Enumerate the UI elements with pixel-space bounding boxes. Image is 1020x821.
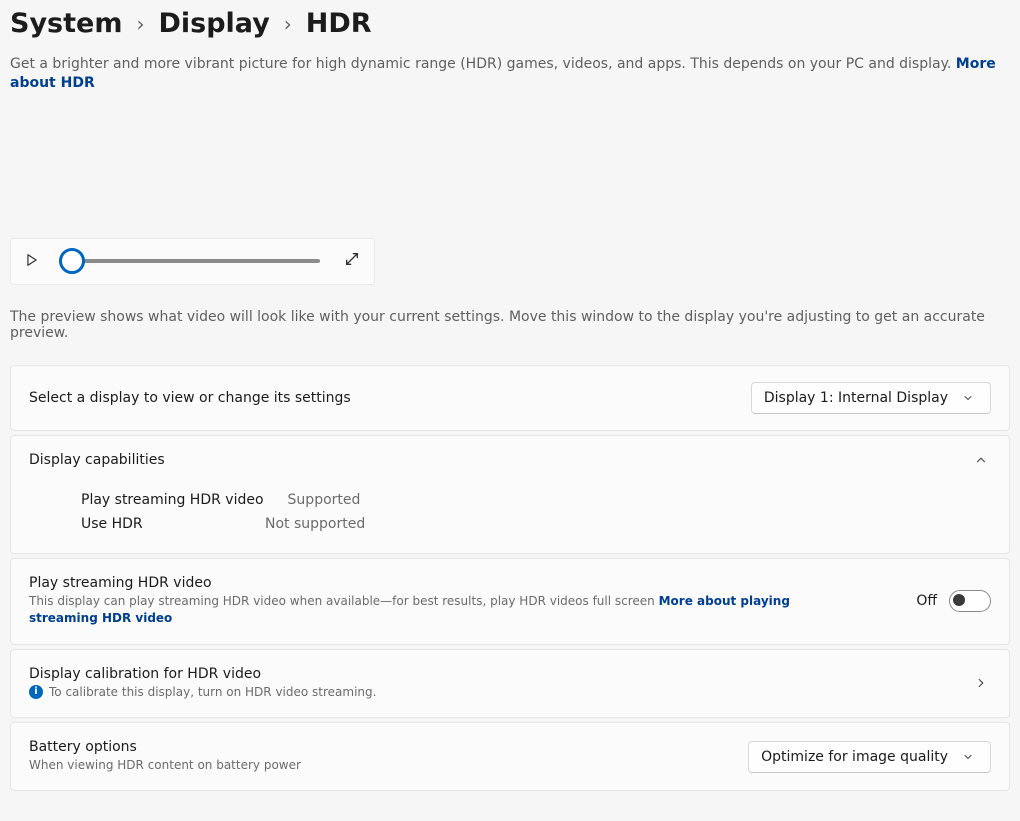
calibration-title: Display calibration for HDR video [29, 666, 376, 682]
battery-options-card: Battery options When viewing HDR content… [10, 722, 1010, 791]
battery-options-sub: When viewing HDR content on battery powe… [29, 757, 301, 774]
display-capabilities-body: Play streaming HDR video Supported Use H… [11, 484, 1009, 553]
play-icon[interactable] [25, 252, 39, 271]
capability-value: Supported [288, 488, 361, 513]
capability-label: Use HDR [81, 512, 241, 537]
stream-hdr-title: Play streaming HDR video [29, 575, 809, 591]
lead-text: Get a brighter and more vibrant picture … [10, 56, 956, 72]
breadcrumb-system[interactable]: System [10, 8, 122, 39]
preview-control-bar [10, 238, 375, 285]
battery-options-value: Optimize for image quality [761, 749, 948, 765]
display-selector-value: Display 1: Internal Display [764, 390, 948, 406]
breadcrumb-hdr: HDR [306, 8, 372, 39]
display-selector-label: Select a display to view or change its s… [29, 390, 351, 406]
page-description: Get a brighter and more vibrant picture … [10, 55, 1010, 93]
stream-hdr-desc: This display can play streaming HDR vide… [29, 593, 809, 628]
preview-note: The preview shows what video will look l… [10, 309, 1010, 341]
display-selector-card: Select a display to view or change its s… [10, 365, 1010, 431]
chevron-right-icon: › [284, 12, 292, 36]
calibration-note: To calibrate this display, turn on HDR v… [49, 684, 376, 701]
chevron-right-icon [971, 676, 991, 690]
capability-row: Play streaming HDR video Supported [81, 488, 991, 513]
display-capabilities-title: Display capabilities [29, 452, 165, 468]
display-selector-dropdown[interactable]: Display 1: Internal Display [751, 382, 991, 414]
chevron-down-icon [958, 392, 978, 404]
capability-label: Play streaming HDR video [81, 488, 264, 513]
stream-hdr-card: Play streaming HDR video This display ca… [10, 558, 1010, 645]
breadcrumb-display[interactable]: Display [158, 8, 269, 39]
chevron-down-icon [958, 751, 978, 763]
display-capabilities-header[interactable]: Display capabilities [11, 436, 1009, 484]
capability-row: Use HDR Not supported [81, 512, 991, 537]
calibration-card[interactable]: Display calibration for HDR video i To c… [10, 649, 1010, 718]
battery-options-dropdown[interactable]: Optimize for image quality [748, 741, 991, 773]
preview-slider[interactable] [63, 259, 320, 263]
capability-value: Not supported [265, 512, 365, 537]
breadcrumb: System › Display › HDR [10, 6, 1010, 45]
battery-options-title: Battery options [29, 739, 301, 755]
stream-hdr-state-label: Off [916, 593, 937, 609]
fullscreen-icon[interactable] [344, 251, 360, 271]
display-capabilities-card: Display capabilities Play streaming HDR … [10, 435, 1010, 554]
chevron-up-icon [971, 453, 991, 467]
stream-hdr-desc-text: This display can play streaming HDR vide… [29, 594, 659, 608]
calibration-note-row: i To calibrate this display, turn on HDR… [29, 684, 376, 701]
info-icon: i [29, 685, 43, 699]
chevron-right-icon: › [136, 12, 144, 36]
stream-hdr-toggle[interactable] [949, 590, 991, 612]
slider-thumb[interactable] [59, 248, 85, 274]
